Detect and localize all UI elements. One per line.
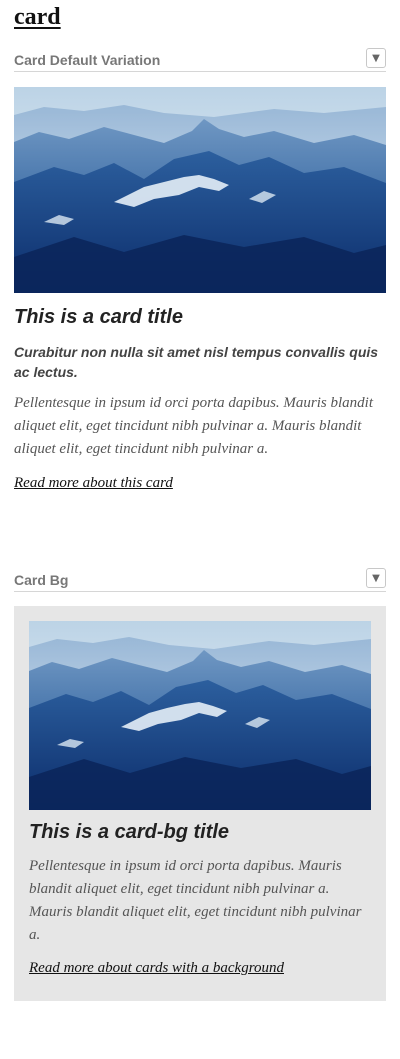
chevron-down-icon[interactable]: ▼ (366, 568, 386, 588)
mountain-landscape-image (29, 621, 371, 810)
card-bg: This is a card-bg title Pellentesque in … (14, 606, 386, 1001)
variation-label: Card Default Variation (14, 52, 161, 68)
variation-header-card-bg: Card Bg ▼ (14, 568, 386, 592)
read-more-bg-link[interactable]: Read more about cards with a background (29, 960, 284, 977)
card-default: This is a card title Curabitur non nulla… (14, 87, 386, 492)
card-body: Pellentesque in ipsum id orci porta dapi… (14, 395, 374, 457)
page-title: card (14, 4, 61, 30)
mountain-landscape-image (14, 87, 386, 293)
card-subtitle: Curabitur non nulla sit amet nisl tempus… (14, 344, 379, 380)
read-more-link[interactable]: Read more about this card (14, 475, 173, 492)
card-title: This is a card title (14, 306, 183, 328)
chevron-down-icon[interactable]: ▼ (366, 48, 386, 68)
card-bg-body: Pellentesque in ipsum id orci porta dapi… (29, 858, 362, 943)
card-bg-title: This is a card-bg title (29, 821, 230, 843)
variation-header-default: Card Default Variation ▼ (14, 48, 386, 72)
variation-label: Card Bg (14, 572, 69, 588)
